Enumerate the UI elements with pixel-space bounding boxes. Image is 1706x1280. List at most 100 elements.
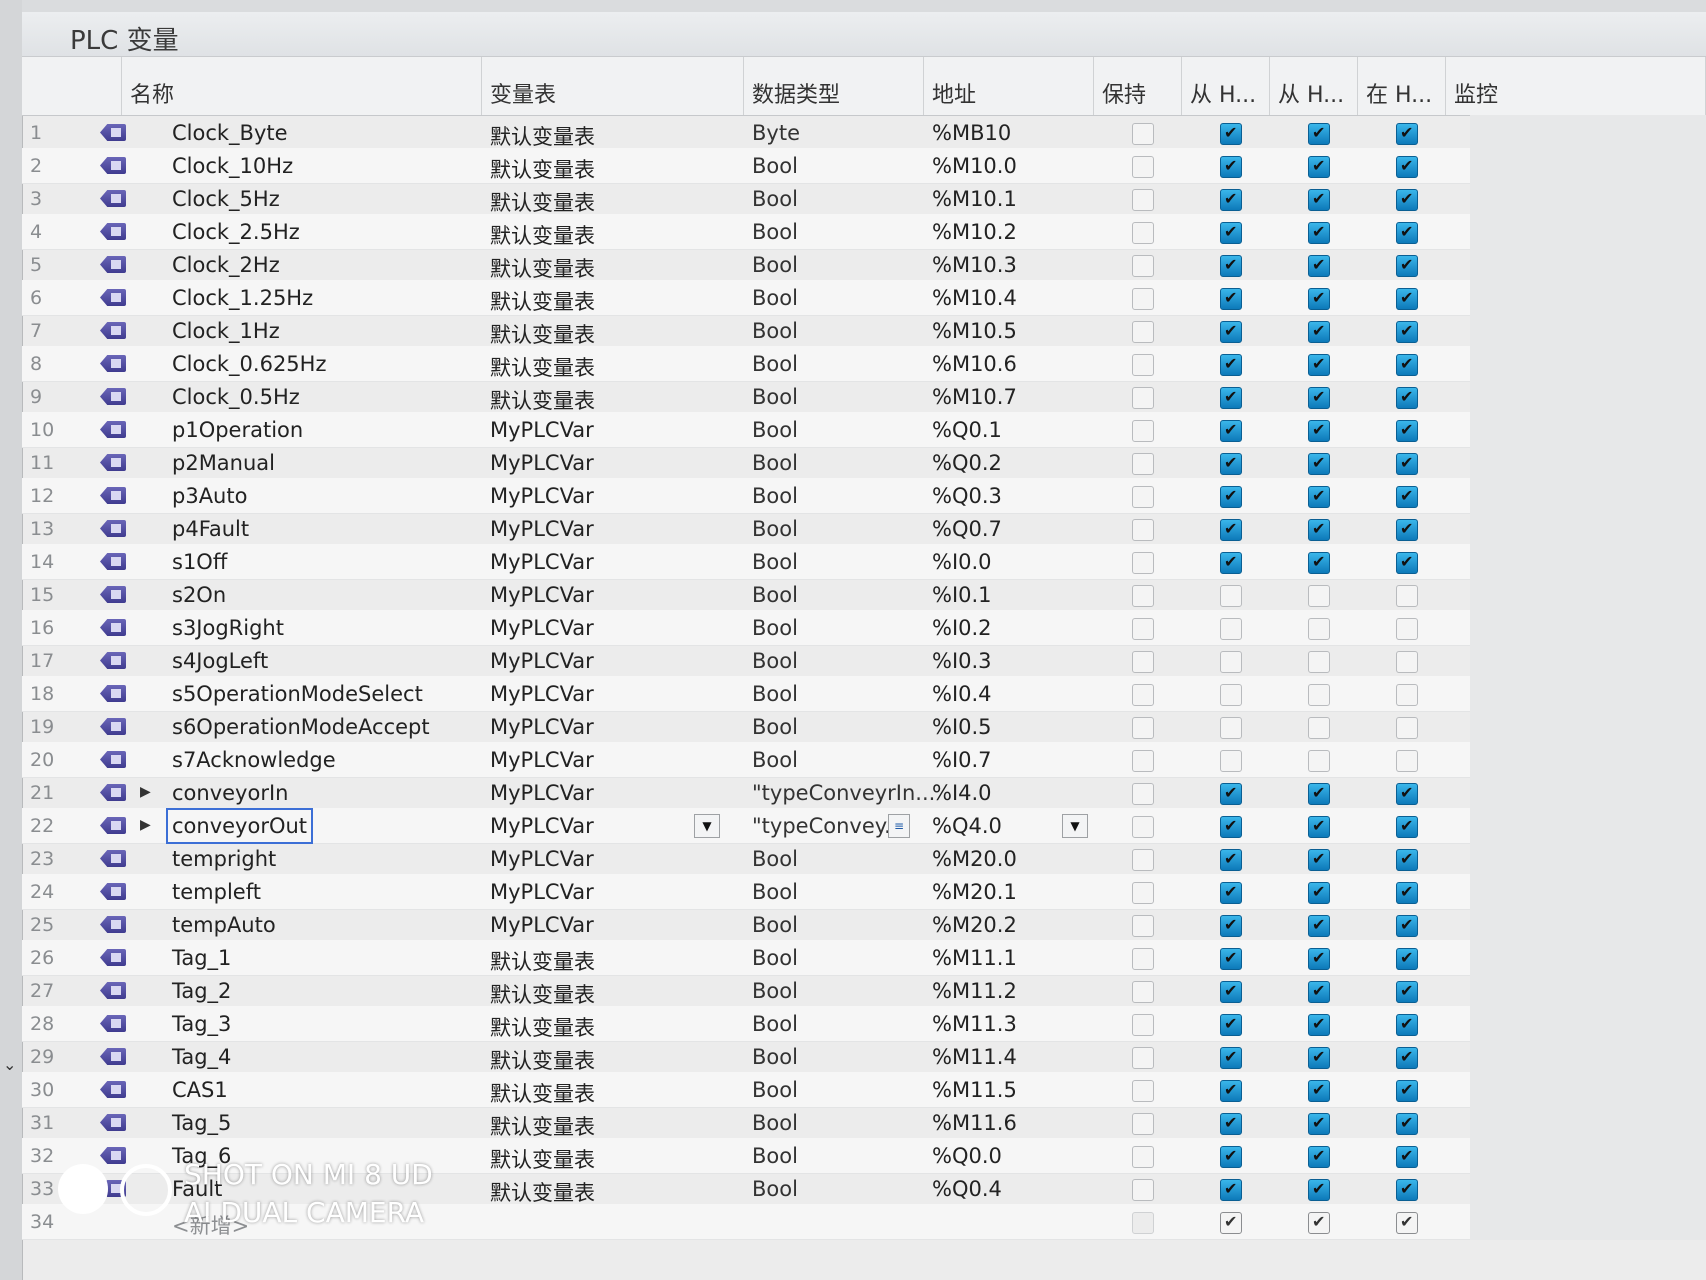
tag-table-name[interactable]: 默认变量表 (490, 352, 595, 382)
accessible-from-hmi-checkbox[interactable] (1220, 1080, 1242, 1102)
retain-checkbox[interactable] (1132, 1113, 1154, 1135)
tag-name[interactable]: Clock_10Hz (172, 154, 293, 178)
visible-in-hmi-checkbox[interactable] (1396, 651, 1418, 673)
tag-table-name[interactable]: 默认变量表 (490, 1078, 595, 1108)
accessible-from-hmi-checkbox[interactable] (1220, 255, 1242, 277)
tag-address[interactable]: %Q0.4 (932, 1177, 1002, 1201)
tag-data-type[interactable]: Bool (752, 847, 798, 871)
tag-name[interactable]: p3Auto (172, 484, 247, 508)
tag-name[interactable]: Tag_5 (172, 1111, 231, 1135)
tag-data-type[interactable]: "typeConveyrIn... (752, 781, 935, 805)
tag-address[interactable]: %Q4.0 (932, 814, 1002, 838)
tag-address[interactable]: %Q0.2 (932, 451, 1002, 475)
tag-address[interactable]: %M11.2 (932, 979, 1017, 1003)
writable-from-hmi-checkbox[interactable] (1308, 849, 1330, 871)
writable-from-hmi-checkbox[interactable] (1308, 222, 1330, 244)
tag-data-type[interactable]: Bool (752, 979, 798, 1003)
retain-checkbox[interactable] (1132, 1080, 1154, 1102)
tag-data-type[interactable]: Bool (752, 286, 798, 310)
table-row[interactable]: 23 tempright MyPLCVar Bool %M20.0 (22, 841, 1706, 877)
tag-address[interactable]: %M20.0 (932, 847, 1017, 871)
retain-checkbox[interactable] (1132, 1179, 1154, 1201)
retain-checkbox[interactable] (1132, 585, 1154, 607)
tag-data-type[interactable]: Bool (752, 253, 798, 277)
table-row[interactable]: 11 p2Manual MyPLCVar Bool %Q0.2 (22, 445, 1706, 481)
header-retain[interactable]: 保持 (1094, 57, 1182, 115)
tag-data-type[interactable]: Bool (752, 484, 798, 508)
accessible-from-hmi-checkbox[interactable] (1220, 552, 1242, 574)
tag-table-name[interactable]: MyPLCVar (490, 715, 594, 739)
retain-checkbox[interactable] (1132, 453, 1154, 475)
tag-data-type[interactable]: Bool (752, 517, 798, 541)
header-data-type[interactable]: 数据类型 (744, 57, 924, 115)
tag-address[interactable]: %I4.0 (932, 781, 992, 805)
retain-checkbox[interactable] (1132, 882, 1154, 904)
accessible-from-hmi-checkbox[interactable] (1220, 717, 1242, 739)
writable-from-hmi-checkbox[interactable] (1308, 618, 1330, 640)
accessible-from-hmi-checkbox[interactable] (1220, 651, 1242, 673)
tag-address[interactable]: %M11.1 (932, 946, 1017, 970)
tag-data-type[interactable]: Bool (752, 385, 798, 409)
writable-from-hmi-checkbox[interactable] (1308, 486, 1330, 508)
retain-checkbox[interactable] (1132, 486, 1154, 508)
tag-data-type[interactable]: Bool (752, 1078, 798, 1102)
tag-data-type[interactable]: Bool (752, 880, 798, 904)
tag-address[interactable]: %M10.2 (932, 220, 1017, 244)
visible-in-hmi-checkbox[interactable] (1396, 783, 1418, 805)
tag-name[interactable]: Clock_0.625Hz (172, 352, 327, 376)
left-splitter[interactable]: ⌄ (0, 0, 23, 1280)
visible-in-hmi-checkbox[interactable] (1396, 519, 1418, 541)
writable-from-hmi-checkbox[interactable] (1308, 453, 1330, 475)
tag-name[interactable]: CAS1 (172, 1078, 228, 1102)
tag-name[interactable]: s7Acknowledge (172, 748, 336, 772)
tag-name[interactable]: s3JogRight (172, 616, 284, 640)
accessible-from-hmi-checkbox[interactable] (1220, 783, 1242, 805)
table-row[interactable]: 17 s4JogLeft MyPLCVar Bool %I0.3 (22, 643, 1706, 679)
writable-from-hmi-checkbox[interactable] (1308, 519, 1330, 541)
visible-in-hmi-checkbox[interactable] (1396, 816, 1418, 838)
accessible-from-hmi-checkbox[interactable] (1220, 420, 1242, 442)
table-row[interactable]: 18 s5OperationModeSelect MyPLCVar Bool %I0.4 (22, 676, 1706, 712)
tag-table-name[interactable]: MyPLCVar (490, 682, 594, 706)
tag-data-type[interactable]: Bool (752, 319, 798, 343)
tag-name[interactable]: s2On (172, 583, 226, 607)
accessible-from-hmi-checkbox[interactable] (1220, 486, 1242, 508)
table-row[interactable]: 9 Clock_0.5Hz 默认变量表 Bool %M10.7 (22, 379, 1706, 415)
retain-checkbox[interactable] (1132, 849, 1154, 871)
writable-from-hmi-checkbox[interactable] (1308, 1179, 1330, 1201)
writable-from-hmi-checkbox[interactable] (1308, 651, 1330, 673)
tag-name[interactable]: Clock_Byte (172, 121, 288, 145)
tag-table-name[interactable]: MyPLCVar (490, 880, 594, 904)
writable-from-hmi-checkbox[interactable] (1308, 420, 1330, 442)
tag-table-name[interactable]: 默认变量表 (490, 319, 595, 349)
address-dropdown-button[interactable]: ▼ (1062, 814, 1088, 838)
tag-table-name[interactable]: 默认变量表 (490, 220, 595, 250)
accessible-from-hmi-checkbox[interactable] (1220, 915, 1242, 937)
tag-data-type[interactable]: Bool (752, 550, 798, 574)
tag-table-name[interactable]: MyPLCVar (490, 814, 594, 838)
table-row[interactable]: 22 ▶ conveyorOut MyPLCVar "typeConvey... %Q4.… (22, 808, 1706, 844)
retain-checkbox[interactable] (1132, 156, 1154, 178)
accessible-from-hmi-checkbox[interactable] (1220, 948, 1242, 970)
tag-address[interactable]: %I0.5 (932, 715, 992, 739)
retain-checkbox[interactable] (1132, 1014, 1154, 1036)
table-dropdown-button[interactable]: ▼ (694, 814, 720, 838)
writable-from-hmi-checkbox[interactable] (1308, 948, 1330, 970)
tag-name[interactable]: s1Off (172, 550, 227, 574)
accessible-from-hmi-checkbox[interactable] (1220, 882, 1242, 904)
retain-checkbox[interactable] (1132, 387, 1154, 409)
visible-in-hmi-checkbox[interactable] (1396, 981, 1418, 1003)
tag-address[interactable]: %M10.4 (932, 286, 1017, 310)
table-row[interactable]: 16 s3JogRight MyPLCVar Bool %I0.2 (22, 610, 1706, 646)
tag-name[interactable]: Clock_5Hz (172, 187, 280, 211)
tag-address[interactable]: %M10.3 (932, 253, 1017, 277)
retain-checkbox[interactable] (1132, 123, 1154, 145)
tag-data-type[interactable]: Bool (752, 715, 798, 739)
tag-address[interactable]: %M10.5 (932, 319, 1017, 343)
table-row[interactable]: 19 s6OperationModeAccept MyPLCVar Bool %I0.5 (22, 709, 1706, 745)
tag-address[interactable]: %M11.4 (932, 1045, 1017, 1069)
tag-table-name[interactable]: MyPLCVar (490, 781, 594, 805)
visible-in-hmi-checkbox[interactable] (1396, 486, 1418, 508)
visible-in-hmi-checkbox[interactable] (1396, 453, 1418, 475)
tag-name[interactable]: Clock_2.5Hz (172, 220, 300, 244)
